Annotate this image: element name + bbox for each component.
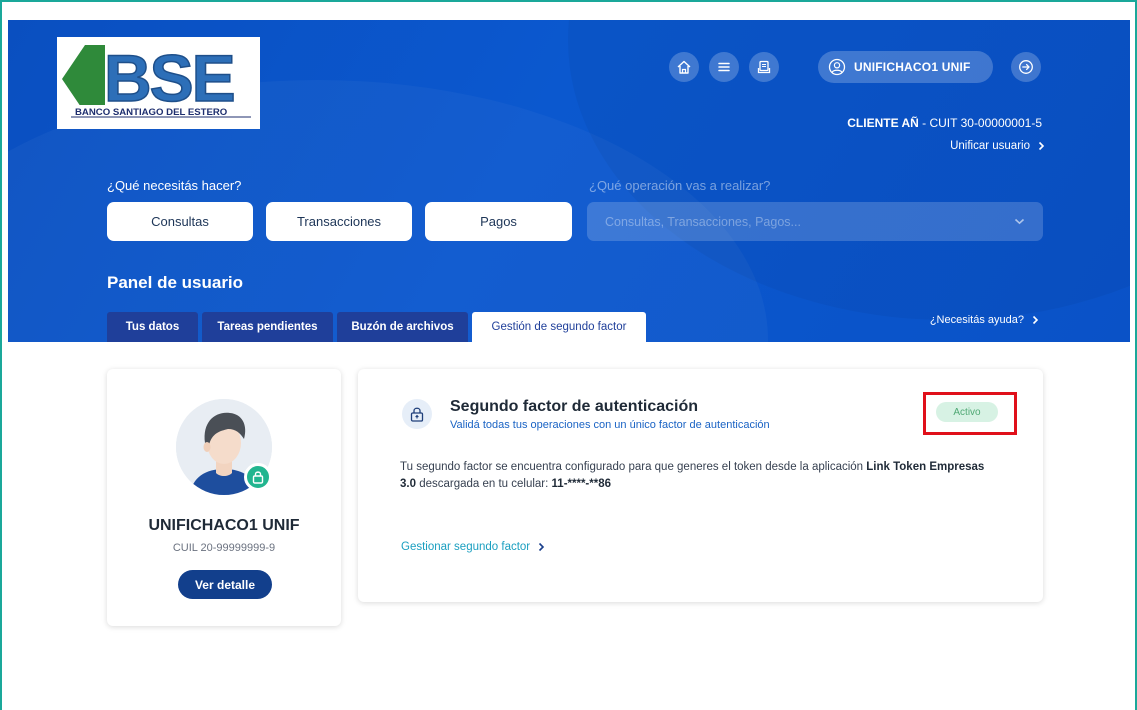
operation-placeholder: Consultas, Transacciones, Pagos... [605,214,801,229]
panel-tabs: Tus datos Tareas pendientes Buzón de arc… [107,312,646,342]
user-menu-button[interactable]: UNIFICHACO1 UNIF [818,51,993,83]
tab-gestion-segundo-factor[interactable]: Gestión de segundo factor [472,312,646,342]
lock-badge-icon [244,463,272,491]
operation-select[interactable]: Consultas, Transacciones, Pagos... [587,202,1043,241]
view-detail-button[interactable]: Ver detalle [178,570,272,599]
top-icon-bar [669,52,779,82]
tab-buzon-archivos[interactable]: Buzón de archivos [337,312,468,342]
help-link[interactable]: ¿Necesitás ayuda? [930,314,1039,326]
chevron-right-icon [1038,141,1045,151]
menu-icon[interactable] [709,52,739,82]
bse-logo[interactable]: BSE BANCO SANTIAGO DEL ESTERO [57,37,260,129]
avatar [176,399,272,495]
logout-icon[interactable] [1011,52,1041,82]
user-circle-icon [828,58,846,76]
unify-user-link[interactable]: Unificar usuario [950,140,1045,152]
client-cuit: - CUIT 30-00000001-5 [918,116,1042,130]
manage-second-factor-link[interactable]: Gestionar segundo factor [401,541,545,553]
pagos-button[interactable]: Pagos [425,202,572,241]
chevron-down-icon [1014,218,1025,225]
profile-card: UNIFICHACO1 UNIF CUIL 20-99999999-9 Ver … [107,369,341,626]
second-factor-subtitle: Validá todas tus operaciones con un únic… [450,419,770,431]
operation-question: ¿Qué operación vas a realizar? [589,178,771,193]
profile-cuil: CUIL 20-99999999-9 [172,542,276,554]
user-name-label: UNIFICHACO1 UNIF [854,60,971,74]
profile-name: UNIFICHACO1 UNIF [148,517,300,534]
chevron-right-icon [1032,315,1039,325]
second-factor-title: Segundo factor de autenticación [450,398,699,415]
consultas-button[interactable]: Consultas [107,202,253,241]
desc-middle: descargada en tu celular: [416,478,552,490]
help-label: ¿Necesitás ayuda? [929,314,1024,326]
manage-label: Gestionar segundo factor [401,541,531,553]
document-icon[interactable] [749,52,779,82]
client-name: CLIENTE AÑ [847,116,919,130]
tab-tus-datos[interactable]: Tus datos [107,312,198,342]
chevron-right-icon [539,542,545,552]
quick-question: ¿Qué necesitás hacer? [107,178,242,193]
second-factor-description: Tu segundo factor se encuentra configura… [400,459,1000,493]
second-factor-card: Segundo factor de autenticación Validá t… [358,369,1043,602]
svg-text:BSE: BSE [104,41,234,115]
desc-prefix: Tu segundo factor se encuentra configura… [400,461,867,473]
tab-tareas-pendientes[interactable]: Tareas pendientes [202,312,333,342]
panel-title: Panel de usuario [107,273,244,292]
status-badge: Activo [936,402,998,422]
phone-number: 11-****-**86 [551,478,611,490]
lock-icon [402,399,432,429]
home-icon[interactable] [669,52,699,82]
unify-user-label: Unificar usuario [950,140,1030,152]
client-info: CLIENTE AÑ - CUIT 30-00000001-5 [847,116,1042,130]
transacciones-button[interactable]: Transacciones [266,202,412,241]
svg-text:BANCO SANTIAGO DEL ESTERO: BANCO SANTIAGO DEL ESTERO [75,107,228,118]
